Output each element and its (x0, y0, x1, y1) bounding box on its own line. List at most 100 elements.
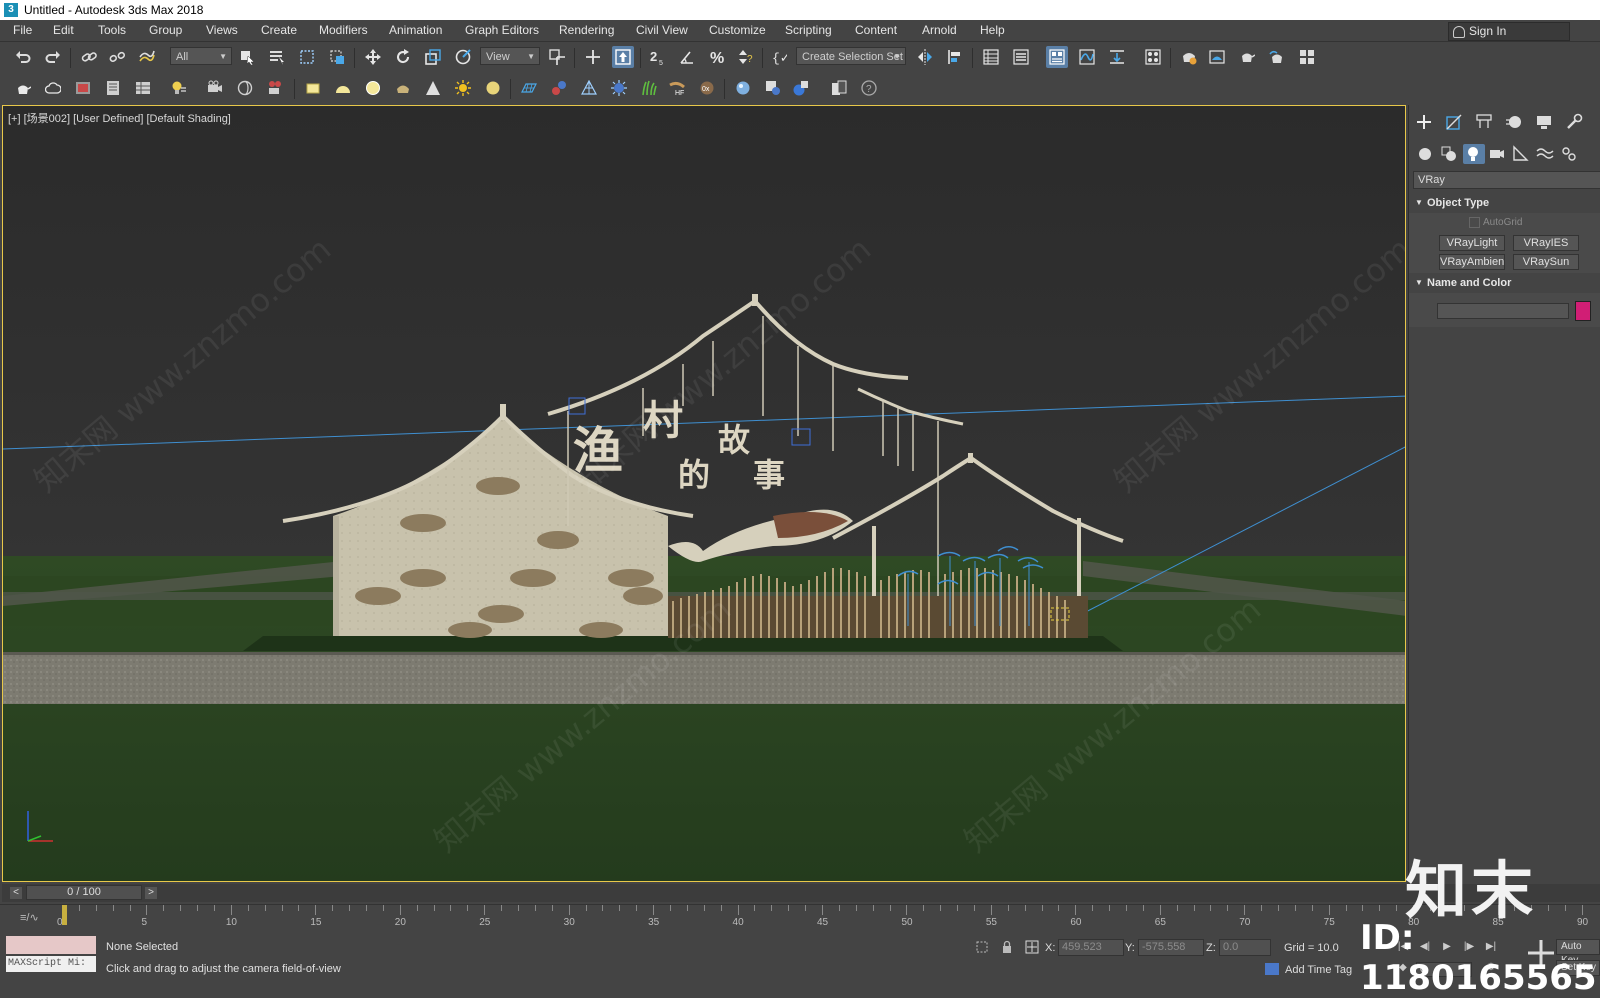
select-and-rotate-button[interactable] (392, 46, 414, 68)
menu-scripting[interactable]: Scripting (785, 23, 832, 37)
vray-proxy-button[interactable] (548, 77, 570, 99)
display-tab[interactable] (1535, 113, 1559, 135)
vray-fur-button[interactable] (608, 77, 630, 99)
utilities-tab[interactable] (1565, 113, 1589, 135)
select-and-place-button[interactable] (452, 46, 474, 68)
systems-subtab[interactable] (1559, 144, 1581, 164)
menu-civil-view[interactable]: Civil View (636, 23, 688, 37)
vray-dome-camera-button[interactable] (234, 77, 256, 99)
render-in-cloud-button[interactable] (1266, 46, 1288, 68)
time-slider-thumb[interactable]: 0 / 100 (26, 885, 142, 900)
vray-decal-button[interactable]: 0x (696, 77, 718, 99)
vrayies-button[interactable]: VRayIES (1513, 235, 1579, 251)
isolate-selection-icon[interactable] (975, 940, 989, 954)
motion-tab[interactable] (1505, 113, 1529, 135)
use-pivot-center-button[interactable] (546, 46, 568, 68)
keyboard-shortcut-override-button[interactable] (612, 46, 634, 68)
x-coordinate-field[interactable]: 459.523 (1058, 939, 1124, 956)
select-object-button[interactable] (236, 46, 258, 68)
object-color-swatch[interactable] (1575, 301, 1591, 321)
ribbon-toggle-button[interactable] (1046, 46, 1068, 68)
percent-snap-button[interactable]: % (706, 46, 728, 68)
material-editor-button[interactable] (1142, 46, 1164, 68)
menu-tools[interactable]: Tools (98, 23, 126, 37)
z-coordinate-field[interactable]: 0.0 (1219, 939, 1271, 956)
menu-rendering[interactable]: Rendering (559, 23, 614, 37)
a360-gallery-button[interactable] (1296, 46, 1318, 68)
menu-edit[interactable]: Edit (53, 23, 74, 37)
vray-plane-light-button[interactable] (302, 77, 324, 99)
vray-scene-converter-button[interactable] (790, 77, 812, 99)
menu-file[interactable]: File (13, 23, 32, 37)
name-color-rollout-header[interactable]: ▼ Name and Color (1409, 273, 1600, 293)
menu-create[interactable]: Create (261, 23, 297, 37)
selection-filter-dropdown[interactable]: All ▼ (170, 47, 232, 65)
lock-icon[interactable] (1000, 940, 1014, 954)
reference-coordinate-dropdown[interactable]: View ▼ (480, 47, 540, 65)
cameras-subtab[interactable] (1487, 144, 1509, 164)
vray-material-button[interactable] (732, 77, 754, 99)
vray-mesh-light-button[interactable] (392, 77, 414, 99)
vray-table-button[interactable] (132, 77, 154, 99)
maxscript-listener-output[interactable] (6, 936, 96, 954)
vray-file-info-button[interactable] (828, 77, 850, 99)
time-slider-prev-button[interactable]: < (10, 887, 22, 899)
menu-group[interactable]: Group (149, 23, 182, 37)
viewport-label[interactable]: [+] [场景002] [User Defined] [Default Shad… (8, 110, 231, 126)
vray-hair-button[interactable]: HF (666, 77, 688, 99)
menu-modifiers[interactable]: Modifiers (319, 23, 368, 37)
unlink-button[interactable] (106, 46, 128, 68)
select-manipulate-button[interactable] (582, 46, 604, 68)
geometry-subtab[interactable] (1415, 144, 1437, 164)
modify-tab[interactable] (1445, 113, 1469, 135)
vray-ies-light-button[interactable] (422, 77, 444, 99)
menu-views[interactable]: Views (206, 23, 238, 37)
hierarchy-tab[interactable] (1475, 113, 1499, 135)
mirror-button[interactable] (914, 46, 936, 68)
vray-physical-camera-button[interactable] (264, 77, 286, 99)
perspective-viewport[interactable]: 渔 村 故 的 事 [+] [场景002] [User Defined] [De… (2, 105, 1406, 882)
menu-customize[interactable]: Customize (709, 23, 766, 37)
edit-named-selection-button[interactable]: {✓ (768, 46, 790, 68)
helpers-subtab[interactable] (1511, 144, 1533, 164)
select-and-link-button[interactable] (78, 46, 100, 68)
undo-button[interactable] (12, 46, 34, 68)
vray-ambient-light-button[interactable] (482, 77, 504, 99)
vray-light-lister-button[interactable] (168, 77, 190, 99)
menu-help[interactable]: Help (980, 23, 1005, 37)
redo-button[interactable] (42, 46, 64, 68)
category-dropdown[interactable]: VRay (1413, 171, 1600, 189)
time-slider-next-button[interactable]: > (145, 887, 157, 899)
absolute-mode-icon[interactable] (1025, 940, 1039, 954)
bind-space-warp-button[interactable] (136, 46, 158, 68)
window-crossing-button[interactable] (326, 46, 348, 68)
vray-lister-button[interactable] (102, 77, 124, 99)
render-production-button[interactable] (1236, 46, 1258, 68)
object-name-field[interactable] (1437, 303, 1569, 319)
shapes-subtab[interactable] (1439, 144, 1461, 164)
menu-content[interactable]: Content (855, 23, 897, 37)
menu-animation[interactable]: Animation (389, 23, 442, 37)
layer-explorer-button[interactable] (1010, 46, 1032, 68)
vray-mtl-convert-button[interactable] (762, 77, 784, 99)
vray-plane-button[interactable] (518, 77, 540, 99)
mini-curve-editor-icon[interactable]: ≡/∿ (20, 911, 39, 924)
align-button[interactable] (944, 46, 966, 68)
angle-snap-button[interactable] (676, 46, 698, 68)
rectangular-selection-button[interactable] (296, 46, 318, 68)
snaps-toggle-button[interactable]: 25 (646, 46, 668, 68)
object-type-rollout-header[interactable]: ▼ Object Type (1409, 193, 1600, 213)
select-by-name-button[interactable] (266, 46, 288, 68)
vraysun-button[interactable]: VRaySun (1513, 254, 1579, 270)
autogrid-checkbox[interactable]: AutoGrid (1469, 217, 1522, 228)
vray-camera-button[interactable] (204, 77, 226, 99)
vray-help-button[interactable]: ? (858, 77, 880, 99)
render-setup-button[interactable] (1178, 46, 1200, 68)
spinner-snap-button[interactable]: ? (734, 46, 756, 68)
maxscript-listener-input[interactable]: MAXScript Mi: (6, 956, 96, 972)
rendered-frame-window-button[interactable] (1206, 46, 1228, 68)
vray-dome-light-button[interactable] (332, 77, 354, 99)
vray-clipper-button[interactable] (578, 77, 600, 99)
add-time-tag-button[interactable]: Add Time Tag (1285, 964, 1352, 976)
menu-graph-editors[interactable]: Graph Editors (465, 23, 539, 37)
